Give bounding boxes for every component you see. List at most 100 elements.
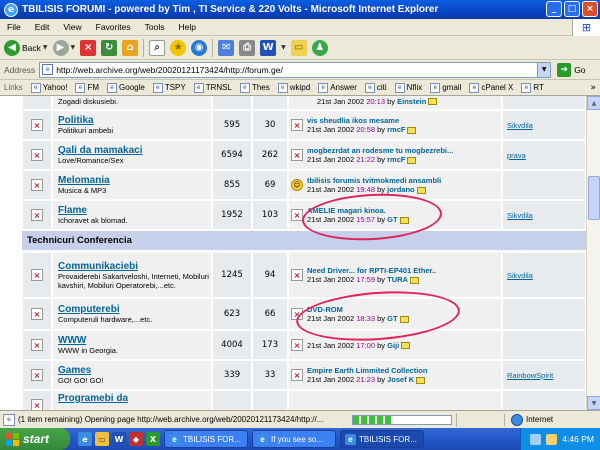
- maximize-button[interactable]: □: [564, 1, 580, 17]
- search-icon[interactable]: ⌕: [149, 39, 166, 56]
- menu-favorites[interactable]: Favorites: [89, 22, 138, 32]
- link-citi[interactable]: e citi: [361, 82, 391, 93]
- go-to-post-icon[interactable]: [416, 186, 426, 194]
- link-page-icon: e: [107, 82, 118, 93]
- desktop-quicklaunch-icon[interactable]: ▭: [95, 432, 109, 446]
- go-to-post-icon[interactable]: [416, 376, 426, 384]
- links-bar: Links e Yahoo! e FM e Google e TSPY e TRNSL e…: [0, 80, 600, 96]
- back-label: Back: [22, 42, 41, 53]
- excel-quicklaunch-icon[interactable]: X: [146, 432, 160, 446]
- forward-dropdown-icon[interactable]: ▼: [71, 44, 76, 51]
- link-fm[interactable]: e FM: [71, 82, 103, 93]
- word-dropdown-icon[interactable]: ▼: [281, 44, 286, 51]
- title-bar[interactable]: e TBILISIS FORUMI - powered by Tim , TI …: [0, 0, 600, 19]
- address-input[interactable]: [56, 64, 537, 75]
- forum-name-link[interactable]: Flame: [58, 205, 87, 216]
- menu-help[interactable]: Help: [171, 22, 202, 32]
- address-bar: Address e ▼ ➜ Go: [0, 60, 600, 80]
- task-button[interactable]: e TBILISIS FOR...: [164, 430, 248, 448]
- link-nflix[interactable]: e Nflix: [391, 82, 427, 93]
- favorites-icon[interactable]: ★: [170, 39, 187, 56]
- forum-topics: 4004: [212, 330, 252, 360]
- back-dropdown-icon[interactable]: ▼: [43, 44, 48, 51]
- forward-button[interactable]: ▶ ▼: [52, 38, 76, 58]
- link-thes[interactable]: e Thes: [236, 82, 274, 93]
- word-icon[interactable]: W: [260, 39, 277, 56]
- task-button-active[interactable]: e TBILISIS FOR...: [340, 430, 424, 448]
- start-button[interactable]: start: [0, 428, 70, 450]
- ie-quicklaunch-icon[interactable]: e: [78, 432, 92, 446]
- link-gmail[interactable]: e gmail: [426, 82, 465, 93]
- go-to-post-icon[interactable]: [401, 342, 411, 350]
- close-button[interactable]: ×: [582, 1, 598, 17]
- word-quicklaunch-icon[interactable]: W: [112, 432, 126, 446]
- last-post-title[interactable]: tbilisis forumis tvitmokmedi ansambli: [307, 176, 441, 185]
- vertical-scrollbar[interactable]: ▲ ▼: [586, 96, 600, 410]
- forum-name-link[interactable]: Qali da mamakaci: [58, 145, 143, 156]
- print-icon[interactable]: ⎙: [239, 39, 256, 56]
- page-content: Zogadi diskusiebi. 21st Jan 2002 20:13 b…: [0, 96, 586, 410]
- menu-edit[interactable]: Edit: [28, 22, 57, 32]
- clock[interactable]: 4:46 PM: [562, 434, 594, 444]
- task-button[interactable]: e If you see so...: [252, 430, 336, 448]
- scroll-down-icon[interactable]: ▼: [587, 396, 600, 410]
- moderator-link[interactable]: Sikvdila: [507, 121, 533, 130]
- link-answer[interactable]: e Answer: [314, 82, 361, 93]
- menu-view[interactable]: View: [56, 22, 88, 32]
- app-quicklaunch-icon[interactable]: ◆: [129, 432, 143, 446]
- back-button[interactable]: ◀ Back ▼: [4, 38, 48, 58]
- forum-name-link[interactable]: Programebi da: [58, 393, 128, 404]
- forum-row: × Games GO! GO! GO! 339 33 × Empire Eart…: [22, 360, 586, 390]
- mail-icon[interactable]: ✉: [218, 39, 235, 56]
- go-to-post-icon[interactable]: [407, 126, 417, 134]
- minimize-button[interactable]: _: [546, 1, 562, 17]
- forum-status-icon: ×: [31, 369, 43, 381]
- network-tray-icon[interactable]: [530, 433, 542, 445]
- link-trnsl[interactable]: e TRNSL: [190, 82, 236, 93]
- forum-name-link[interactable]: Games: [58, 365, 91, 376]
- moderator-link[interactable]: Sikvdila: [507, 271, 533, 280]
- forum-name-link[interactable]: WWW: [58, 335, 86, 346]
- toolbar-separator: [212, 38, 214, 57]
- security-zone: Internet: [504, 413, 600, 426]
- last-post-title[interactable]: Empire Earth Limmited Collection: [307, 366, 427, 375]
- menu-file[interactable]: File: [0, 22, 28, 32]
- volume-tray-icon[interactable]: [546, 433, 558, 445]
- forum-name-link[interactable]: Melomania: [58, 175, 110, 186]
- last-post-title[interactable]: Need Driver... for RPTI-EP401 Ether..: [307, 266, 436, 275]
- go-to-post-icon[interactable]: [428, 98, 438, 106]
- link-cpanel[interactable]: e cPanel X: [465, 82, 517, 93]
- go-to-post-icon[interactable]: [409, 276, 419, 284]
- messenger-icon[interactable]: ♟: [311, 39, 328, 56]
- forum-name-link[interactable]: Communikaciebi: [58, 261, 138, 272]
- media-icon[interactable]: ◉: [191, 39, 208, 56]
- link-google[interactable]: e Google: [103, 82, 149, 93]
- forum-name-link[interactable]: Computerebi: [58, 304, 120, 315]
- home-icon[interactable]: ⌂: [122, 39, 139, 56]
- discuss-icon[interactable]: ▭: [290, 39, 307, 56]
- go-button[interactable]: ➜ Go: [557, 62, 586, 77]
- forum-name-link[interactable]: Politika: [58, 115, 94, 126]
- go-to-post-icon[interactable]: [407, 156, 417, 164]
- last-post-title[interactable]: vis sheudlia ikos mesame: [307, 116, 416, 125]
- ie-task-icon: e: [257, 433, 268, 445]
- link-tspy[interactable]: e TSPY: [149, 82, 190, 93]
- go-arrow-icon: ➜: [557, 62, 572, 77]
- moderator-link[interactable]: RainbowSpirit: [507, 371, 553, 380]
- menu-tools[interactable]: Tools: [138, 22, 172, 32]
- stop-icon[interactable]: ×: [80, 39, 97, 56]
- link-yahoo[interactable]: e Yahoo!: [27, 82, 72, 93]
- scroll-thumb[interactable]: [588, 176, 600, 220]
- address-dropdown-icon[interactable]: ▼: [537, 62, 551, 77]
- refresh-icon[interactable]: ↻: [101, 39, 118, 56]
- link-rt[interactable]: e RT: [517, 82, 548, 93]
- moderator-link[interactable]: Sikvdila: [507, 211, 533, 220]
- links-chevron-icon[interactable]: »: [590, 83, 600, 93]
- scroll-up-icon[interactable]: ▲: [587, 96, 600, 110]
- address-field[interactable]: e ▼: [39, 61, 552, 78]
- link-wkipd[interactable]: e wkipd: [274, 82, 314, 93]
- forum-description: Ichoravet ak blomad.: [58, 216, 128, 225]
- moderator-link[interactable]: prava: [507, 151, 526, 160]
- category-title[interactable]: Technicuri Conferencia: [27, 235, 132, 246]
- last-post-title[interactable]: mogbezrdat an rodesme tu mogbezrebi...: [307, 146, 453, 155]
